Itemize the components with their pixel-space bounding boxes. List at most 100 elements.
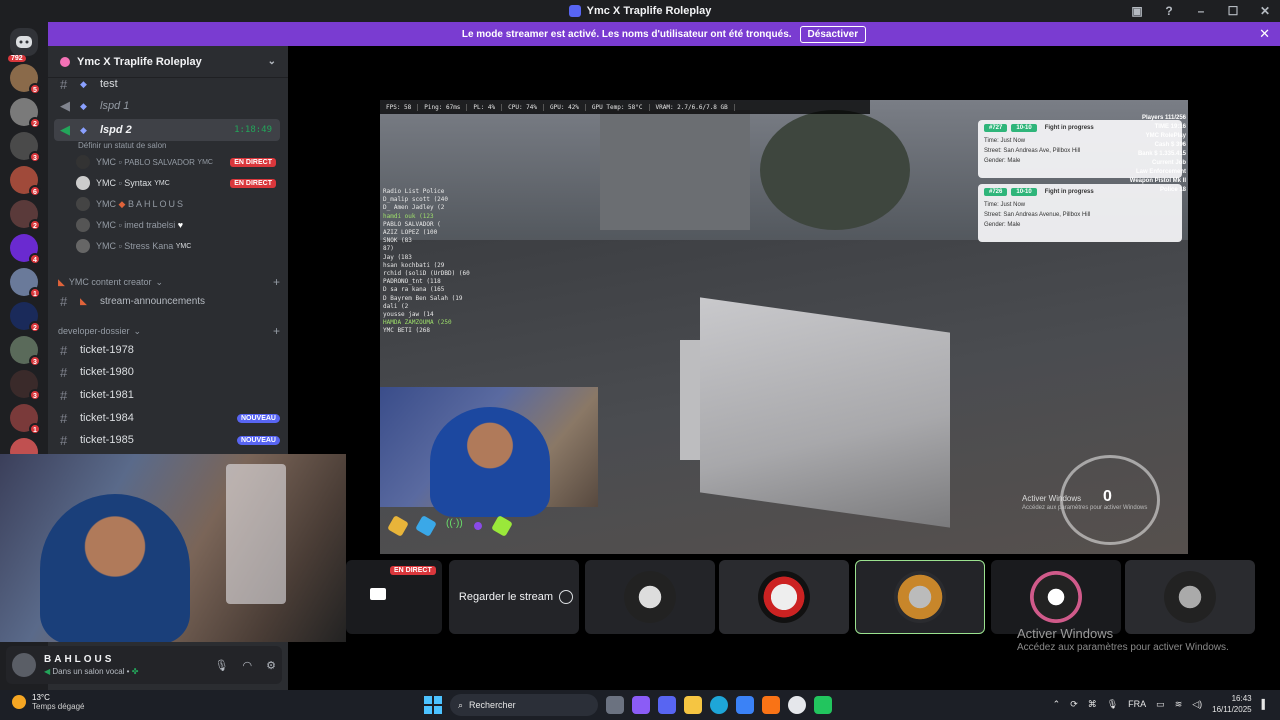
- weather-widget[interactable]: 13°C Temps dégagé: [12, 693, 84, 711]
- server-icon[interactable]: 6: [10, 166, 41, 197]
- microphone-icon[interactable]: 🎙: [215, 659, 229, 672]
- server-icon[interactable]: 2: [10, 200, 41, 231]
- headphones-icon[interactable]: ◠: [243, 659, 253, 672]
- participant-tile[interactable]: [991, 560, 1121, 634]
- windows-start-icon[interactable]: [424, 696, 442, 714]
- channel-stream-announcements[interactable]: # ◣ stream-announcements: [54, 291, 280, 311]
- user-prefix: YMC: [96, 199, 116, 209]
- participant-tile[interactable]: EN DIRECT: [346, 560, 442, 634]
- live-badge: EN DIRECT: [390, 566, 436, 575]
- server-icon[interactable]: 3: [10, 336, 41, 367]
- pl-readout: PL: 4%: [467, 103, 503, 111]
- channel-status[interactable]: Définir un statut de salon: [54, 138, 280, 152]
- voice-user[interactable]: YMC ◆ BAHLOUS: [76, 195, 276, 213]
- channel-ticket[interactable]: # ticket-1980: [54, 362, 280, 382]
- obs-icon[interactable]: [788, 696, 806, 714]
- minimize-button[interactable]: –: [1192, 3, 1210, 19]
- app-icon[interactable]: [762, 696, 780, 714]
- participant-tile[interactable]: [1125, 560, 1255, 634]
- hash-icon: #: [60, 342, 68, 358]
- channel-ticket[interactable]: # ticket-1984 NOUVEAU: [54, 408, 280, 428]
- settings-gear-icon[interactable]: ⚙: [266, 659, 276, 672]
- user-tag: YMC: [197, 158, 213, 166]
- server-badge: 3: [29, 389, 41, 401]
- voice-channel-lspd1[interactable]: ◀ ◆ lspd 1: [54, 96, 280, 116]
- file-explorer-icon[interactable]: [684, 696, 702, 714]
- radio-entry: rchid (soliD (UrDBD) (60: [383, 270, 470, 278]
- server-icon[interactable]: 5: [10, 64, 41, 95]
- notifications-icon[interactable]: ▌: [1262, 699, 1268, 709]
- server-icon[interactable]: 3: [10, 132, 41, 163]
- voice-user[interactable]: YMC ▫ Stress Kana YMC: [76, 237, 276, 255]
- webcam-background: [226, 464, 286, 604]
- streamer-mode-banner: Le mode streamer est activé. Les noms d'…: [48, 22, 1280, 46]
- chevron-up-icon[interactable]: ⌃: [1053, 699, 1061, 710]
- discord-icon[interactable]: [658, 696, 676, 714]
- hash-icon: #: [60, 410, 68, 426]
- dispatch-title: Fight in progress: [1044, 189, 1094, 195]
- channel-test[interactable]: # ◆ test: [54, 74, 280, 94]
- clock[interactable]: 16:43 16/11/2025: [1212, 693, 1251, 715]
- disable-streamer-button[interactable]: Désactiver: [799, 25, 867, 43]
- server-icon[interactable]: 4: [10, 234, 41, 265]
- game-launcher-icon[interactable]: [814, 696, 832, 714]
- hud-players: Players 111/256: [1141, 115, 1186, 121]
- user-avatar[interactable]: [12, 653, 36, 677]
- watch-stream-tile[interactable]: Regarder le stream: [449, 560, 579, 634]
- add-channel-icon[interactable]: +: [273, 324, 280, 338]
- close-window-button[interactable]: ✕: [1256, 3, 1274, 19]
- server-icon[interactable]: 1: [10, 268, 41, 299]
- voice-user[interactable]: YMC ▫ imed trabelsi ♥: [76, 216, 276, 234]
- channel-name: ticket-1978: [80, 344, 134, 356]
- channel-ticket[interactable]: # ticket-1985 NOUVEAU: [54, 430, 280, 450]
- language-indicator[interactable]: FRA: [1128, 699, 1146, 709]
- category-developer-dossier[interactable]: developer-dossier ⌄ +: [58, 323, 280, 339]
- channel-ticket[interactable]: # ticket-1978: [54, 340, 280, 360]
- sun-icon: [12, 695, 26, 709]
- megaphone-icon: ◣: [80, 295, 87, 306]
- copilot-icon[interactable]: [632, 696, 650, 714]
- wifi-icon[interactable]: ≋: [1175, 699, 1183, 710]
- microphone-tray-icon[interactable]: 🎙: [1107, 699, 1118, 710]
- ability-icon: [415, 515, 437, 537]
- help-icon[interactable]: ?: [1160, 3, 1178, 19]
- store-icon[interactable]: [736, 696, 754, 714]
- server-icon[interactable]: 2: [10, 302, 41, 333]
- dot-icon: [472, 520, 484, 532]
- perf-overlay: FPS: 58 Ping: 67ms PL: 4% CPU: 74% GPU: …: [380, 100, 870, 114]
- voice-user[interactable]: YMC ▫ Syntax YMC EN DIRECT: [76, 174, 276, 192]
- server-badge: 3: [29, 151, 41, 163]
- participant-tile[interactable]: [585, 560, 715, 634]
- server-icon[interactable]: 2: [10, 98, 41, 129]
- add-channel-icon[interactable]: +: [273, 275, 280, 289]
- network-icon[interactable]: ⌘: [1088, 699, 1097, 710]
- stream-view[interactable]: FPS: 58 Ping: 67ms PL: 4% CPU: 74% GPU: …: [380, 100, 1188, 554]
- channel-ticket[interactable]: # ticket-1981: [54, 385, 280, 405]
- weather-temp: 13°C: [32, 693, 50, 702]
- server-icon[interactable]: 1: [10, 404, 41, 435]
- edge-icon[interactable]: [710, 696, 728, 714]
- stream-activate-windows-sub: Accédez aux paramètres pour activer Wind…: [1022, 505, 1148, 511]
- banner-close-icon[interactable]: ✕: [1259, 26, 1270, 42]
- game-scene-building: [600, 110, 750, 230]
- radio-entry: PADRONO_tnt (118: [383, 278, 441, 286]
- volume-icon[interactable]: ◁): [1192, 699, 1202, 710]
- category-content-creator[interactable]: ◣ YMC content creator ⌄ +: [58, 274, 280, 290]
- system-tray: ⌃ ⟳ ⌘ 🎙 FRA ▭ ≋ ◁) 16:43 16/11/2025 ▌: [1053, 693, 1268, 715]
- hud-time: TIME 19:16: [1154, 124, 1186, 130]
- participant-tile[interactable]: [719, 560, 849, 634]
- inbox-icon[interactable]: ▣: [1128, 3, 1146, 19]
- server-icon[interactable]: 3: [10, 370, 41, 401]
- taskbar-search[interactable]: ⌕ Rechercher: [450, 694, 598, 716]
- speed-value: 0: [1103, 488, 1112, 505]
- home-button[interactable]: 792: [8, 28, 38, 62]
- display-icon[interactable]: ▭: [1156, 699, 1165, 710]
- participant-tile-speaking[interactable]: [855, 560, 985, 634]
- sync-icon[interactable]: ⟳: [1070, 699, 1078, 710]
- guild-name: Ymc X Traplife Roleplay: [77, 55, 202, 68]
- voice-user[interactable]: YMC ▫ PABLO SALVADOR YMC EN DIRECT: [76, 153, 276, 171]
- channel-name: ticket-1985: [80, 434, 134, 446]
- weather-desc: Temps dégagé: [32, 702, 85, 711]
- task-view-icon[interactable]: [606, 696, 624, 714]
- maximize-button[interactable]: ☐: [1224, 3, 1242, 19]
